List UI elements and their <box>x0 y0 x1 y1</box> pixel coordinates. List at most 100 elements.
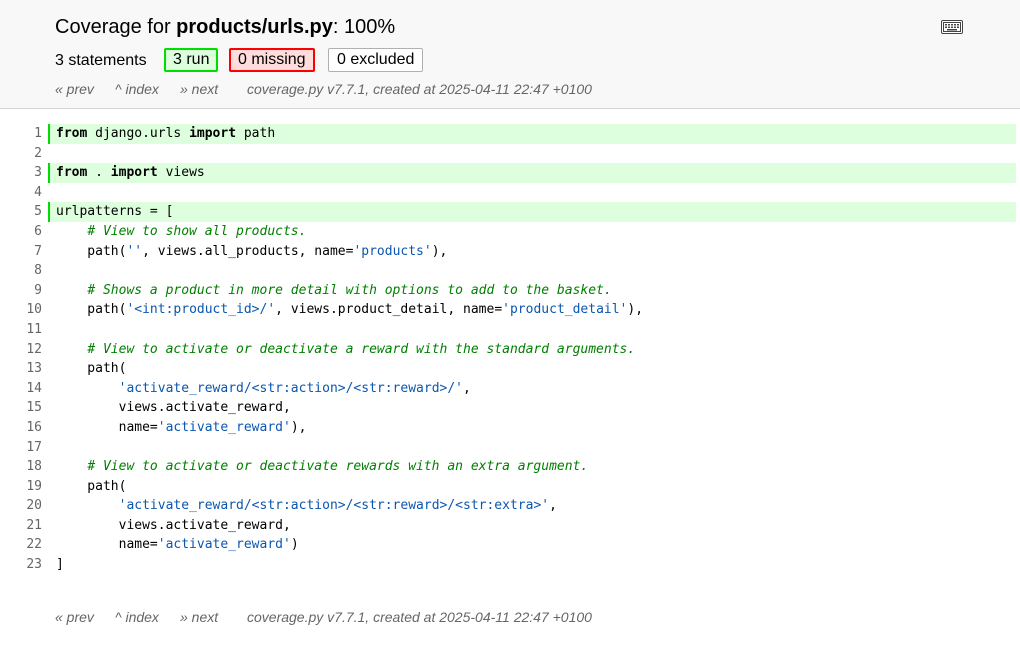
source-line: 21 views.activate_reward, <box>0 516 1020 536</box>
code-text: ) <box>290 537 299 553</box>
code-string: 'activate_reward/<str:action>/<str:rewar… <box>118 498 550 514</box>
code-text: , views.product_detail, name= <box>275 302 503 318</box>
code-string: 'product_detail' <box>502 302 628 318</box>
next-link[interactable]: » next <box>180 81 218 97</box>
title-prefix: Coverage for <box>55 16 177 38</box>
line-number[interactable]: 4 <box>0 183 42 203</box>
code-string: 'activate_reward/<str:action>/<str:rewar… <box>118 380 463 396</box>
source-line: 6 # View to show all products. <box>0 222 1020 242</box>
excluded-filter-button[interactable]: 0 excluded <box>328 48 424 72</box>
report-header: Coverage for products/urls.py: 100% 3 st… <box>0 0 1020 109</box>
line-number[interactable]: 19 <box>0 477 42 497</box>
line-code: name='activate_reward') <box>48 535 1016 555</box>
line-number[interactable]: 22 <box>0 535 42 555</box>
source-line: 12 # View to activate or deactivate a re… <box>0 340 1020 360</box>
code-text: , views.all_products, name= <box>142 243 354 259</box>
source-line: 8 <box>0 261 1020 281</box>
line-number[interactable]: 1 <box>0 124 42 144</box>
code-text: path( <box>56 243 127 259</box>
line-code: ] <box>48 555 1016 575</box>
line-number[interactable]: 8 <box>0 261 42 281</box>
code-string: 'activate_reward' <box>157 537 291 553</box>
code-comment: # View to show all products. <box>87 223 307 239</box>
code-text: path <box>236 126 276 141</box>
source-line: 2 <box>0 144 1020 164</box>
code-text: name= <box>56 537 158 553</box>
line-number[interactable]: 15 <box>0 398 42 418</box>
line-number[interactable]: 11 <box>0 320 42 340</box>
line-number[interactable]: 6 <box>0 222 42 242</box>
next-link[interactable]: » next <box>180 609 218 625</box>
code-comment: # View to activate or deactivate a rewar… <box>87 341 636 357</box>
line-number[interactable]: 21 <box>0 516 42 536</box>
line-code: path('<int:product_id>/', views.product_… <box>48 300 1016 320</box>
prev-link[interactable]: « prev <box>55 609 94 625</box>
index-link[interactable]: ^ index <box>115 609 159 625</box>
code-text: django.urls <box>87 126 190 141</box>
source-line: 9 # Shows a product in more detail with … <box>0 281 1020 301</box>
source-line: 1 from django.urls import path <box>0 124 1020 144</box>
code-text: views.activate_reward, <box>56 517 291 533</box>
source-line: 17 <box>0 438 1020 458</box>
keyboard-icon <box>943 22 961 32</box>
source-line: 7 path('', views.all_products, name='pro… <box>0 242 1020 262</box>
line-number[interactable]: 17 <box>0 438 42 458</box>
index-link[interactable]: ^ index <box>115 81 159 97</box>
line-number[interactable]: 18 <box>0 457 42 477</box>
source-line: 14 'activate_reward/<str:action>/<str:re… <box>0 379 1020 399</box>
line-code: urlpatterns = [ <box>48 202 1016 222</box>
code-string: 'products' <box>353 243 432 259</box>
code-text: ] <box>56 557 64 573</box>
line-number[interactable]: 23 <box>0 555 42 575</box>
line-number[interactable]: 5 <box>0 202 42 222</box>
code-keyword: import <box>189 126 237 141</box>
line-code: path('', views.all_products, name='produ… <box>48 242 1016 262</box>
code-keyword: from <box>56 165 88 181</box>
line-number[interactable]: 3 <box>0 163 42 183</box>
line-number[interactable]: 16 <box>0 418 42 438</box>
source-line: 15 views.activate_reward, <box>0 398 1020 418</box>
prev-link[interactable]: « prev <box>55 81 94 97</box>
line-number[interactable]: 13 <box>0 359 42 379</box>
line-number[interactable]: 7 <box>0 242 42 262</box>
line-number[interactable]: 12 <box>0 340 42 360</box>
line-code: from . import views <box>48 163 1016 183</box>
code-text: name= <box>56 419 158 435</box>
line-code: path( <box>48 477 1016 497</box>
source-line: 4 <box>0 183 1020 203</box>
code-text: ), <box>431 243 448 259</box>
code-keyword: import <box>110 165 158 181</box>
missing-filter-button[interactable]: 0 missing <box>229 48 315 72</box>
statements-count: 3 statements <box>55 52 147 69</box>
source-line: 18 # View to activate or deactivate rewa… <box>0 457 1020 477</box>
run-filter-button[interactable]: 3 run <box>164 48 219 72</box>
line-number[interactable]: 2 <box>0 144 42 164</box>
line-number[interactable]: 9 <box>0 281 42 301</box>
source-line: 16 name='activate_reward'), <box>0 418 1020 438</box>
source-line: 13 path( <box>0 359 1020 379</box>
coverage-meta: coverage.py v7.7.1, created at 2025-04-1… <box>247 81 592 97</box>
code-text: path( <box>56 302 127 318</box>
source-line: 11 <box>0 320 1020 340</box>
source-line: 3 from . import views <box>0 163 1020 183</box>
line-number[interactable]: 10 <box>0 300 42 320</box>
line-number[interactable]: 20 <box>0 496 42 516</box>
line-number[interactable]: 14 <box>0 379 42 399</box>
code-text: views <box>157 165 205 181</box>
code-text: path( <box>56 361 127 377</box>
keyboard-shortcuts-button[interactable] <box>941 20 963 34</box>
code-keyword: from <box>56 126 88 141</box>
line-code: # View to activate or deactivate a rewar… <box>48 340 1016 360</box>
code-comment: # Shows a product in more detail with op… <box>87 282 612 298</box>
code-string: '' <box>126 243 143 259</box>
code-text: , <box>549 498 557 514</box>
